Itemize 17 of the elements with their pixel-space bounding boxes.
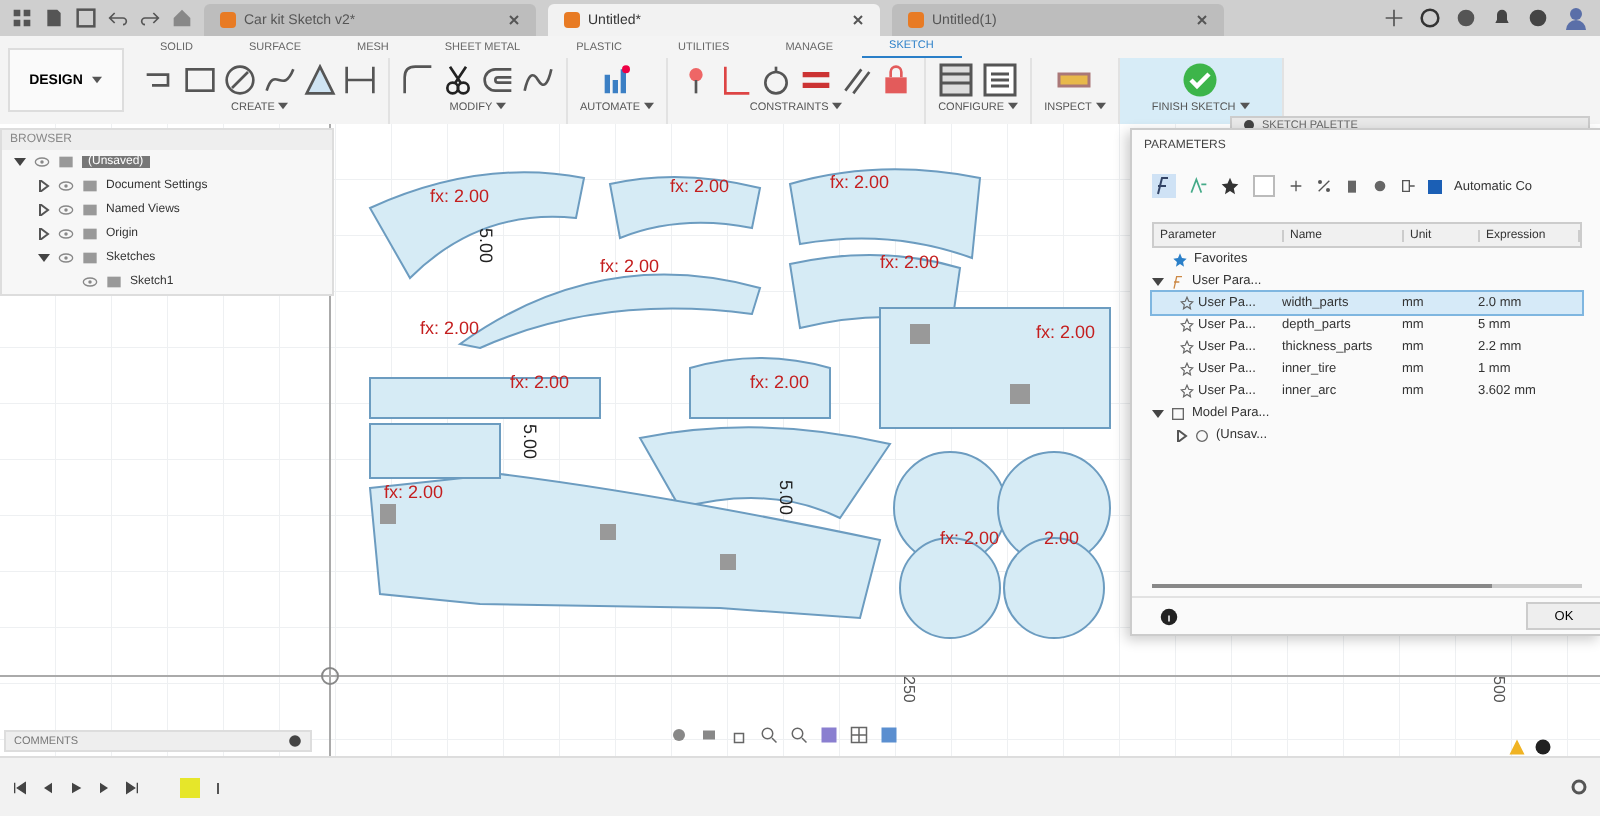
dimension-label[interactable]: fx: 2.00 <box>384 482 444 502</box>
dimension-label[interactable]: fx: 2.00 <box>670 176 730 196</box>
dimension-label[interactable]: fx: 2.00 <box>600 256 660 276</box>
ruler-label: 250 <box>900 676 918 703</box>
dimension-label[interactable]: fx: 2.00 <box>880 252 940 272</box>
dimension-label[interactable]: fx: 2.00 <box>1036 322 1096 342</box>
dimension-label[interactable]: 5.00 <box>776 480 796 516</box>
dimension-label[interactable]: fx: 2.00 <box>940 528 1000 548</box>
dimension-label[interactable]: fx: 2.00 <box>430 186 490 206</box>
dimension-label[interactable]: fx: 2.00 <box>750 372 810 392</box>
dimension-label[interactable]: 5.00 <box>520 424 540 460</box>
dimension-label[interactable]: fx: 2.00 <box>420 318 480 338</box>
dimension-label[interactable]: 5.00 <box>476 228 496 264</box>
dimension-label[interactable]: fx: 2.00 <box>830 172 890 192</box>
ruler-label: 500 <box>1490 676 1508 703</box>
dimension-label[interactable]: fx: 2.00 <box>510 372 570 392</box>
dimension-label[interactable]: 2.00 <box>1044 528 1080 548</box>
